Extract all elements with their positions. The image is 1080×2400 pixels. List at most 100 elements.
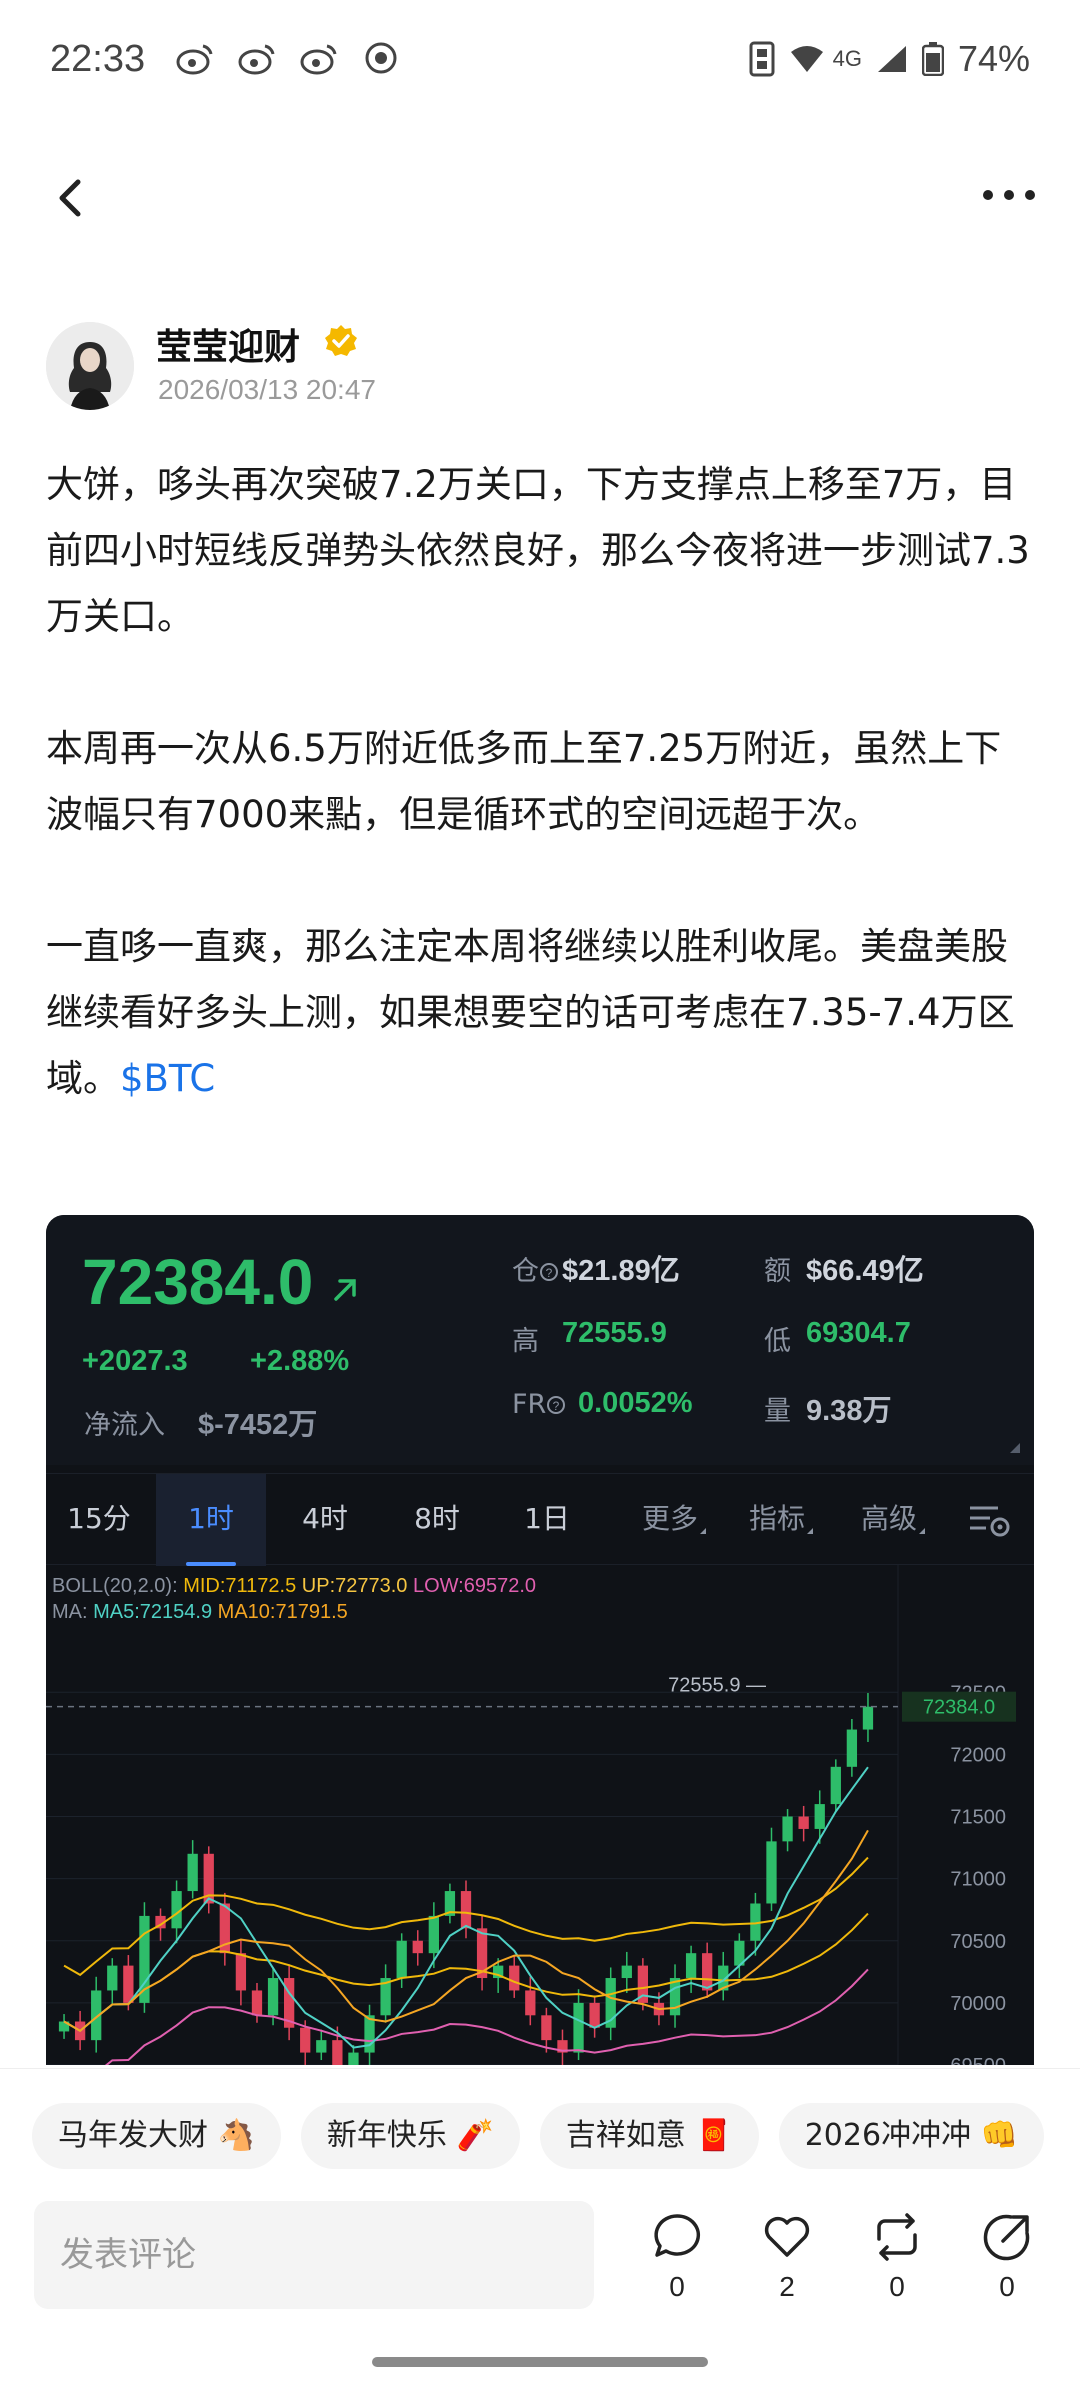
info-icon[interactable]: ?	[539, 1262, 559, 1282]
home-indicator	[372, 2357, 708, 2367]
tab-indicators[interactable]: 指标	[726, 1474, 836, 1566]
candle-body	[830, 1766, 841, 1805]
tab-advanced[interactable]: 高级	[838, 1474, 948, 1566]
candle-body	[428, 1915, 439, 1954]
like-button[interactable]: 2	[752, 2211, 822, 2303]
horse-icon: 🐴	[217, 2118, 255, 2153]
tab-8h[interactable]: 8时	[384, 1474, 490, 1566]
up-arrow-icon	[334, 1279, 356, 1301]
candle-body	[509, 1965, 520, 1991]
comment-bubble-icon	[654, 2214, 701, 2257]
status-time: 22:33	[50, 38, 146, 80]
candle-body	[316, 2040, 327, 2053]
candle-body	[187, 1853, 198, 1892]
share-button[interactable]: 0	[972, 2211, 1042, 2303]
volume-value: 9.38万	[806, 1395, 892, 1427]
candle-body	[573, 2002, 584, 2053]
candle-body	[814, 1804, 825, 1829]
like-count: 2	[779, 2271, 795, 2302]
y-tick-label: 71500	[950, 1807, 1006, 1829]
candle-body	[798, 1816, 809, 1829]
market-summary: 72384.0 +2027.3 +2.88% 净流入 $-7452万 仓? $2…	[46, 1215, 1034, 1465]
timeframe-tabs: 15分 1时 4时 8时 1日 更多 指标 高级	[46, 1473, 1034, 1566]
fist-icon: 👊	[980, 2118, 1018, 2153]
volume-label: 量	[764, 1396, 791, 1427]
ticker-tag-link[interactable]: $BTC	[120, 1057, 215, 1100]
candle-body	[332, 2040, 343, 2065]
more-icon[interactable]	[974, 170, 1044, 220]
low-value: 69304.7	[806, 1317, 911, 1349]
candle-body	[669, 1978, 681, 2016]
funding-rate-label: FR?	[512, 1389, 566, 1420]
network-type: 4G	[832, 46, 862, 71]
candlestick-chart[interactable]: 7250072000715007100070500700006950072555…	[46, 1565, 1034, 2065]
weibo-icon	[176, 44, 213, 75]
share-count: 0	[999, 2271, 1015, 2302]
turnover-label: 额	[764, 1256, 791, 1287]
candle-body	[782, 1816, 793, 1842]
tab-more[interactable]: 更多	[614, 1474, 734, 1566]
firecracker-icon: 🧨	[456, 2118, 494, 2153]
nfc-icon	[749, 41, 775, 77]
candle-body	[685, 1953, 697, 1979]
tab-15m[interactable]: 15分	[46, 1474, 152, 1566]
tab-1h[interactable]: 1时	[156, 1474, 266, 1566]
open-interest-label: 仓?	[512, 1249, 559, 1288]
open-interest-value: $21.89亿	[562, 1255, 680, 1287]
comment-count: 0	[669, 2271, 685, 2302]
candle-body	[251, 1990, 263, 2016]
repost-button[interactable]: 0	[862, 2211, 932, 2303]
author-name[interactable]: 莹莹迎财	[156, 318, 300, 370]
chip-2026[interactable]: 2026冲冲冲 👊	[778, 2103, 1044, 2169]
post-paragraph: 大饼，哆头再次突破7.2万关口，下方支撑点上移至7万，目前四小时短线反弹势头依然…	[46, 463, 1030, 638]
weibo-icon	[300, 44, 337, 75]
high-label: 高	[512, 1326, 539, 1357]
chip-xin-nian[interactable]: 新年快乐 🧨	[300, 2103, 520, 2169]
market-card[interactable]: 72384.0 +2027.3 +2.88% 净流入 $-7452万 仓? $2…	[46, 1215, 1034, 2065]
wifi-icon	[790, 46, 823, 72]
tab-1d[interactable]: 1日	[494, 1474, 600, 1566]
repost-icon	[877, 2213, 917, 2261]
battery-icon	[921, 42, 944, 76]
status-right: 4G 74%	[749, 38, 1030, 80]
funding-rate-value: 0.0052%	[578, 1387, 693, 1419]
info-icon[interactable]: ?	[546, 1395, 566, 1415]
emoji-chip-row: 马年发大财 🐴 新年快乐 🧨 吉祥如意 🧧 2026冲冲冲 👊	[32, 2103, 1080, 2169]
chip-ma-nian[interactable]: 马年发大财 🐴	[32, 2103, 281, 2169]
red-envelope-icon: 🧧	[695, 2118, 733, 2153]
post-content: 大饼，哆头再次突破7.2万关口，下方支撑点上移至7万，目前四小时短线反弹势头依然…	[46, 452, 1036, 1112]
high-value: 72555.9	[562, 1317, 667, 1349]
price-change: +2027.3	[82, 1345, 188, 1377]
y-tick-label: 69500	[950, 2055, 1006, 2065]
expand-corner-icon[interactable]	[1010, 1443, 1020, 1453]
candle-body	[267, 1978, 279, 2016]
chart-settings-icon[interactable]	[968, 1500, 1012, 1540]
low-label: 低	[764, 1326, 791, 1357]
candle-body	[348, 2052, 359, 2065]
candle-body	[364, 2015, 375, 2053]
candle-body	[412, 1940, 423, 1954]
net-flow-value: $-7452万	[198, 1409, 318, 1441]
price-change-pct: +2.88%	[250, 1345, 350, 1377]
candle-body	[621, 1965, 632, 1979]
status-bar: 22:33 4G 74%	[0, 0, 1080, 130]
tab-4h[interactable]: 4时	[272, 1474, 378, 1566]
svg-text:?: ?	[546, 1266, 553, 1280]
chip-ji-xiang[interactable]: 吉祥如意 🧧	[539, 2103, 759, 2169]
candle-body	[541, 2015, 552, 2041]
candle-body	[846, 1729, 858, 1767]
back-icon[interactable]	[40, 168, 100, 228]
camera-lens-icon	[365, 42, 397, 74]
candle-body	[235, 1953, 247, 1991]
notification-icons	[175, 40, 401, 76]
net-flow-label: 净流入	[84, 1410, 165, 1441]
candle-body	[766, 1841, 777, 1904]
candle-body	[460, 1891, 472, 1929]
verified-badge-icon	[325, 325, 357, 356]
comment-input[interactable]: 发表评论	[34, 2201, 594, 2309]
comment-button[interactable]: 0	[642, 2211, 712, 2303]
avatar[interactable]	[46, 322, 134, 410]
svg-text:?: ?	[553, 1399, 560, 1413]
candle-body	[862, 1706, 874, 1730]
candle-body	[123, 1965, 134, 2003]
